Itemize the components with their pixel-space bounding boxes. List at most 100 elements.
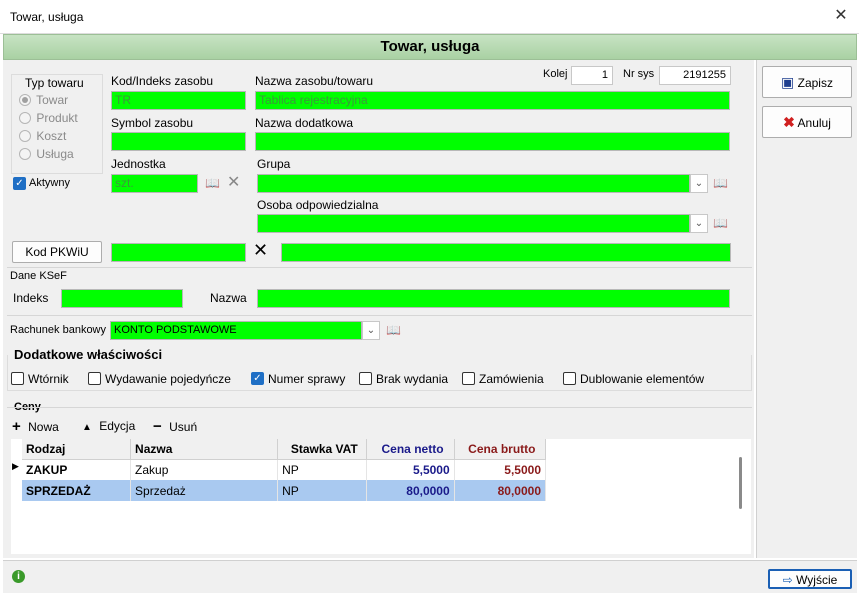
- bottom-bar: i ⇨ Wyjście: [3, 560, 857, 593]
- table-header-row: Rodzaj Nazwa Stawka VAT Cena netto Cena …: [22, 439, 547, 460]
- prices-table: Rodzaj Nazwa Stawka VAT Cena netto Cena …: [22, 439, 547, 501]
- close-icon[interactable]: ✕: [831, 6, 851, 26]
- nazwa-dodatkowa-field[interactable]: [255, 132, 730, 151]
- grupa-field[interactable]: [257, 174, 690, 193]
- cell-netto: 80,0000: [366, 480, 455, 501]
- type-group-label: Typ towaru: [23, 76, 86, 90]
- cell-vat: NP: [277, 480, 368, 501]
- delete-price-button[interactable]: − Usuń: [153, 418, 197, 435]
- radio-towar-label: Towar: [36, 93, 69, 107]
- kod-label: Kod/Indeks zasobu: [111, 74, 214, 88]
- exit-button[interactable]: ⇨ Wyjście: [768, 569, 852, 589]
- divider: [7, 267, 752, 268]
- cell-nazwa: Sprzedaż: [130, 480, 279, 501]
- column-header[interactable]: Cena netto: [366, 439, 455, 460]
- table-row[interactable]: SPRZEDAŻ Sprzedaż NP 80,0000 80,0000: [22, 480, 547, 501]
- bank-chevron-down-icon[interactable]: ⌄: [362, 321, 380, 340]
- plus-icon: +: [12, 418, 21, 435]
- nrsys-field[interactable]: 2191255: [659, 66, 731, 85]
- nazwa-label: Nazwa zasobu/towaru: [255, 74, 374, 88]
- osoba-label: Osoba odpowiedzialna: [257, 198, 379, 212]
- grupa-book-icon[interactable]: 📖: [713, 176, 728, 190]
- radio-produkt[interactable]: Produkt: [19, 111, 78, 127]
- symbol-field[interactable]: [111, 132, 246, 151]
- kod-field[interactable]: TR: [111, 91, 246, 110]
- window-titlebar: Towar, usługa ✕: [0, 0, 859, 34]
- bank-select[interactable]: KONTO PODSTAWOWE: [110, 321, 362, 340]
- ksef-nazwa-field[interactable]: [257, 289, 730, 308]
- cancel-label: Anuluj: [797, 116, 831, 130]
- jednostka-field[interactable]: szt.: [111, 174, 198, 193]
- bank-label: Rachunek bankowy: [10, 324, 107, 336]
- radio-usluga-button[interactable]: [19, 148, 31, 160]
- exit-label: Wyjście: [796, 573, 838, 587]
- radio-towar[interactable]: Towar: [19, 93, 69, 109]
- osoba-book-icon[interactable]: 📖: [713, 216, 728, 230]
- nazwa-field[interactable]: Tablica rejestracyjna: [255, 91, 730, 110]
- brak-wydania-label: Brak wydania: [376, 372, 449, 386]
- wydawanie-label: Wydawanie pojedyńcze: [105, 372, 231, 386]
- form-banner-title: Towar, usługa: [3, 34, 857, 60]
- cell-vat: NP: [277, 459, 368, 480]
- pkwiu-code-field[interactable]: [111, 243, 246, 262]
- zamowienia-checkbox[interactable]: [462, 372, 475, 385]
- brak-wydania-checkbox[interactable]: [359, 372, 372, 385]
- divider: [7, 407, 752, 408]
- grid-scrollbar[interactable]: [739, 457, 742, 509]
- save-button[interactable]: ▣ Zapisz: [762, 66, 852, 98]
- pkwiu-desc-field[interactable]: [281, 243, 731, 262]
- numer-sprawy-checkbox[interactable]: ✓: [251, 372, 264, 385]
- ksef-indeks-field[interactable]: [61, 289, 183, 308]
- nazwa-dodatkowa-label: Nazwa dodatkowa: [255, 116, 354, 130]
- wtornik-label: Wtórnik: [28, 372, 69, 386]
- nrsys-label: Nr sys: [623, 68, 655, 80]
- radio-usluga[interactable]: Usługa: [19, 147, 74, 163]
- column-header[interactable]: Stawka VAT: [277, 439, 368, 460]
- column-header[interactable]: Cena brutto: [454, 439, 547, 460]
- numer-sprawy-label: Numer sprawy: [268, 372, 346, 386]
- radio-produkt-button[interactable]: [19, 112, 31, 124]
- jednostka-book-icon[interactable]: 📖: [205, 176, 220, 190]
- triangle-up-icon: ▲: [82, 422, 92, 433]
- cell-brutto: 80,0000: [454, 480, 547, 501]
- bank-book-icon[interactable]: 📖: [386, 323, 401, 337]
- cell-brutto: 5,5000: [454, 459, 547, 480]
- edit-price-button[interactable]: ▲ Edycja: [82, 419, 135, 433]
- ksef-indeks-label: Indeks: [13, 291, 49, 305]
- radio-koszt-label: Koszt: [36, 129, 67, 143]
- column-header[interactable]: Nazwa: [130, 439, 279, 460]
- edit-price-label: Edycja: [99, 419, 136, 433]
- wtornik-checkbox[interactable]: [11, 372, 24, 385]
- cell-nazwa: Zakup: [130, 459, 279, 480]
- radio-koszt[interactable]: Koszt: [19, 129, 67, 145]
- ksef-label: Dane KSeF: [10, 270, 67, 282]
- table-row[interactable]: ZAKUP Zakup NP 5,5000 5,5000: [22, 459, 547, 480]
- active-label: Aktywny: [29, 177, 70, 189]
- red-x-icon: ✖: [783, 114, 795, 130]
- active-checkbox[interactable]: ✓: [13, 177, 26, 190]
- arrow-right-icon: ⇨: [782, 573, 793, 587]
- wydawanie-checkbox[interactable]: [88, 372, 101, 385]
- side-panel: ▣ Zapisz ✖ Anuluj: [756, 60, 857, 558]
- osoba-chevron-down-icon[interactable]: ⌄: [690, 214, 708, 233]
- cell-netto: 5,5000: [366, 459, 455, 480]
- radio-usluga-label: Usługa: [36, 147, 74, 161]
- radio-koszt-button[interactable]: [19, 130, 31, 142]
- grupa-chevron-down-icon[interactable]: ⌄: [690, 174, 708, 193]
- osoba-field[interactable]: [257, 214, 690, 233]
- cancel-button[interactable]: ✖ Anuluj: [762, 106, 852, 138]
- pkwiu-button[interactable]: Kod PKWiU: [12, 241, 102, 263]
- pkwiu-clear-icon[interactable]: ✕: [253, 240, 268, 261]
- window-title: Towar, usługa: [10, 10, 84, 24]
- new-price-label: Nowa: [28, 420, 59, 434]
- kolej-field[interactable]: 1: [571, 66, 613, 85]
- help-icon[interactable]: i: [12, 570, 25, 583]
- kolej-label: Kolej: [543, 68, 568, 80]
- grupa-label: Grupa: [257, 157, 291, 171]
- new-price-button[interactable]: + Nowa: [12, 418, 59, 435]
- radio-towar-button[interactable]: [19, 94, 31, 106]
- jednostka-clear-icon[interactable]: ✕: [227, 172, 240, 192]
- cell-rodzaj: ZAKUP: [22, 459, 132, 480]
- dublowanie-checkbox[interactable]: [563, 372, 576, 385]
- column-header[interactable]: Rodzaj: [22, 439, 132, 460]
